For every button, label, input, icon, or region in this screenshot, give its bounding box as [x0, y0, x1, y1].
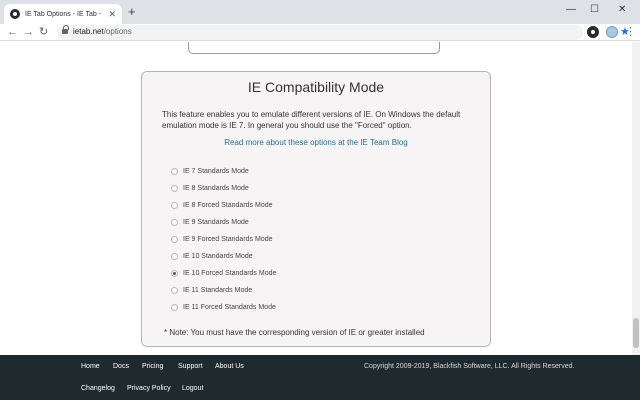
forward-button[interactable]: → — [23, 26, 34, 38]
radio-selected-icon[interactable] — [171, 270, 178, 277]
url-host: ietab.net — [73, 27, 104, 36]
reload-button[interactable]: ↻ — [39, 26, 48, 38]
radio-unselected-icon[interactable] — [171, 236, 178, 243]
radio-unselected-icon[interactable] — [171, 202, 178, 209]
minimize-button[interactable]: — — [566, 4, 576, 16]
ie-tab-extension-icon[interactable] — [587, 26, 599, 38]
compat-mode-option[interactable]: IE 8 Forced Standards Mode — [171, 197, 276, 214]
compat-mode-option[interactable]: IE 9 Forced Standards Mode — [171, 231, 276, 248]
tab-close-icon[interactable]: ✕ — [108, 9, 116, 19]
radio-unselected-icon[interactable] — [171, 253, 178, 260]
profile-avatar-icon[interactable] — [606, 26, 618, 38]
compatibility-mode-options: IE 7 Standards Mode IE 8 Standards Mode IE… — [171, 163, 276, 316]
tab-strip: IE Tab Options - IE Tab - Run Inte ✕ + —… — [0, 0, 640, 24]
back-button[interactable]: ← — [7, 26, 18, 38]
radio-unselected-icon[interactable] — [171, 185, 178, 192]
tab-ie-tab-options[interactable]: IE Tab Options - IE Tab - Run Inte ✕ — [4, 4, 122, 24]
scrollbar-thumb[interactable] — [633, 318, 639, 348]
compat-mode-option-label: IE 9 Standards Mode — [183, 219, 249, 226]
tab-title: IE Tab Options - IE Tab - Run Inte — [25, 10, 103, 18]
page-content: IE Compatibility Mode This feature enabl… — [0, 42, 632, 355]
radio-unselected-icon[interactable] — [171, 287, 178, 294]
radio-unselected-icon[interactable] — [171, 168, 178, 175]
footer-link-docs[interactable]: Docs — [113, 363, 129, 370]
footer-link-support[interactable]: Support — [178, 363, 203, 370]
compat-mode-option-label: IE 7 Standards Mode — [183, 168, 249, 175]
browser-menu-icon[interactable]: ⋮ — [625, 25, 636, 39]
compat-mode-option-label: IE 11 Standards Mode — [183, 287, 253, 294]
url-text: ietab.net/options — [73, 27, 132, 36]
radio-unselected-icon[interactable] — [171, 304, 178, 311]
ie-team-blog-link[interactable]: Read more about these options at the IE … — [142, 138, 490, 147]
previous-options-panel — [188, 42, 440, 54]
compat-mode-option-label: IE 10 Forced Standards Mode — [183, 270, 277, 277]
ie-compatibility-panel: IE Compatibility Mode This feature enabl… — [141, 71, 491, 347]
footer-link-changelog[interactable]: Changelog — [81, 385, 115, 392]
compat-mode-option[interactable]: IE 8 Standards Mode — [171, 180, 276, 197]
footer-link-privacy-policy[interactable]: Privacy Policy — [127, 385, 171, 392]
panel-title: IE Compatibility Mode — [247, 79, 385, 95]
footer-link-logout[interactable]: Logout — [182, 385, 203, 392]
compat-mode-option[interactable]: IE 7 Standards Mode — [171, 163, 276, 180]
compat-mode-option-label: IE 11 Forced Standards Mode — [183, 304, 276, 311]
footer-link-pricing[interactable]: Pricing — [142, 363, 163, 370]
ie-tab-favicon-icon — [10, 9, 20, 19]
url-path: /options — [103, 27, 132, 36]
radio-unselected-icon[interactable] — [171, 219, 178, 226]
compat-mode-option[interactable]: IE 10 Forced Standards Mode — [171, 265, 276, 282]
window-close-button[interactable]: ✕ — [618, 4, 626, 16]
site-footer: Home Docs Pricing Support About Us Copyr… — [0, 355, 640, 400]
compat-mode-option-label: IE 10 Standards Mode — [183, 253, 253, 260]
compat-mode-option-label: IE 9 Forced Standards Mode — [183, 236, 273, 243]
compat-mode-option[interactable]: IE 10 Standards Mode — [171, 248, 276, 265]
copyright-text: Copyright 2009-2019, Blackfish Software,… — [364, 363, 575, 370]
version-note: * Note: You must have the corresponding … — [164, 328, 425, 337]
compat-mode-option[interactable]: IE 11 Forced Standards Mode — [171, 299, 276, 316]
footer-link-about-us[interactable]: About Us — [215, 363, 244, 370]
address-bar[interactable]: ietab.net/options ★ — [57, 25, 630, 40]
new-tab-button[interactable]: + — [128, 5, 136, 19]
compat-mode-option-label: IE 8 Forced Standards Mode — [183, 202, 273, 209]
panel-description: This feature enables you to emulate diff… — [162, 110, 461, 130]
page-scrollbar[interactable] — [632, 42, 640, 355]
footer-link-home[interactable]: Home — [81, 363, 100, 370]
browser-toolbar: ← → ↻ ietab.net/options ★ ⋮ — [0, 24, 640, 41]
compat-mode-option[interactable]: IE 9 Standards Mode — [171, 214, 276, 231]
maximize-button[interactable]: ☐ — [590, 4, 599, 16]
compat-mode-option[interactable]: IE 11 Standards Mode — [171, 282, 276, 299]
lock-icon — [62, 25, 69, 35]
compat-mode-option-label: IE 8 Standards Mode — [183, 185, 249, 192]
